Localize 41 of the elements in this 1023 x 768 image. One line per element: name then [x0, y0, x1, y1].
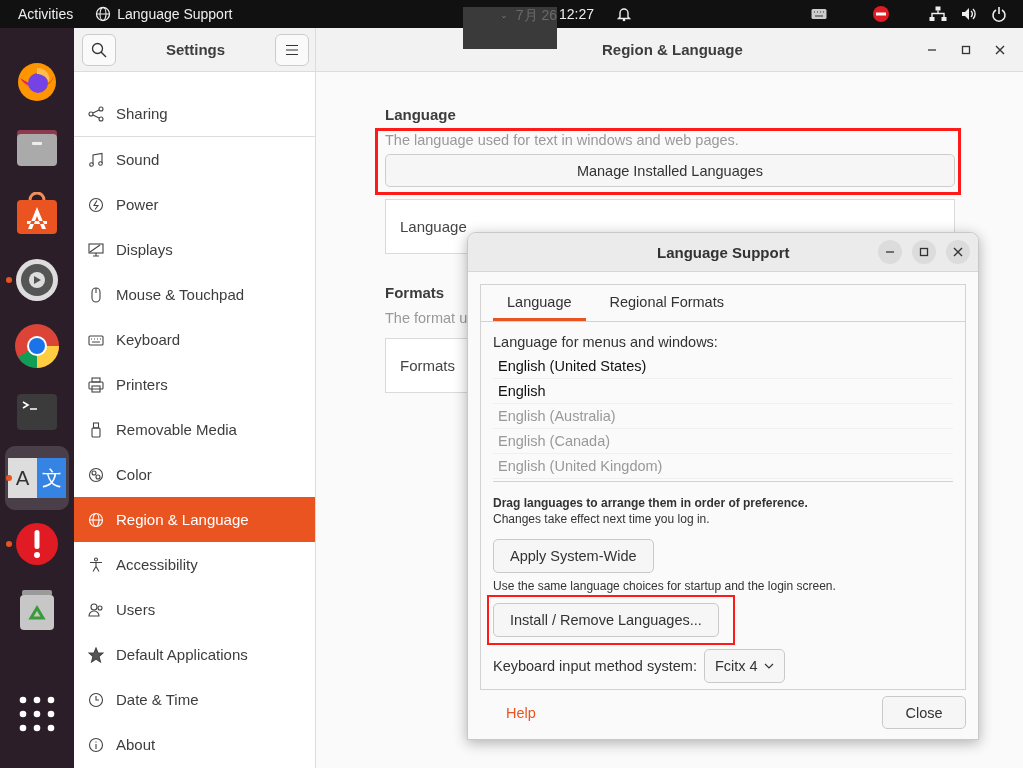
row-label: Language — [400, 218, 467, 235]
window-title: Settings — [165, 41, 226, 58]
sidebar-item[interactable]: Printers — [74, 362, 315, 407]
sidebar-item[interactable]: Removable Media — [74, 407, 315, 452]
sidebar-item[interactable]: Sound — [74, 137, 315, 182]
sidebar-item[interactable]: Color — [74, 452, 315, 497]
activities-button[interactable]: Activities — [0, 6, 92, 22]
manage-languages-button[interactable]: Manage Installed Languages — [385, 154, 955, 187]
sidebar-item[interactable]: About — [74, 722, 315, 767]
page-title: Region & Language — [602, 41, 743, 58]
row-label: Formats — [400, 357, 455, 374]
clock-label[interactable]: 12:27 — [559, 6, 595, 22]
list-label: Language for menus and windows: — [493, 334, 719, 350]
section-heading: Formats — [385, 284, 446, 301]
sidebar-item[interactable]: Power — [74, 182, 315, 227]
close-dialog-button[interactable]: Close — [882, 696, 966, 729]
input-method-dropdown[interactable]: Fcitx 4 — [703, 649, 785, 683]
sidebar-item[interactable]: Date & Time — [74, 677, 315, 722]
sidebar-item[interactable]: Mouse & Touchpad — [74, 272, 315, 317]
section-heading: Language — [385, 106, 457, 123]
tab[interactable]: Language — [493, 285, 586, 321]
section-description: The language used for text in windows and web pages. — [385, 132, 740, 148]
sidebar-item[interactable]: Region & Language — [74, 497, 315, 542]
sidebar-item[interactable]: Keyboard — [74, 317, 315, 362]
install-remove-languages-button[interactable]: Install / Remove Languages... — [493, 603, 719, 637]
tab[interactable]: Regional Formats — [595, 285, 738, 321]
app-menu[interactable]: Language Support — [117, 6, 233, 22]
change-note: Changes take effect next time you log in. — [493, 512, 711, 526]
sidebar-item[interactable]: Default Applications — [74, 632, 315, 677]
help-button[interactable]: Help — [506, 704, 536, 721]
sidebar-item[interactable]: Accessibility — [74, 542, 315, 587]
input-method-label: Keyboard input method system: — [493, 658, 697, 674]
language-item[interactable]: English (United States) — [493, 354, 953, 379]
language-item[interactable]: English — [493, 379, 953, 404]
sidebar-item[interactable]: Displays — [74, 227, 315, 272]
apply-system-wide-button[interactable]: Apply System-Wide — [493, 539, 654, 573]
sidebar-item[interactable]: Users — [74, 587, 315, 632]
login-note: Use the same language choices for startup and the login screen. — [493, 579, 837, 593]
section-description: The format u — [385, 310, 469, 326]
sidebar-item[interactable]: Sharing — [74, 91, 315, 137]
drag-hint: Drag languages to arrange them in order of preference. — [493, 496, 809, 510]
